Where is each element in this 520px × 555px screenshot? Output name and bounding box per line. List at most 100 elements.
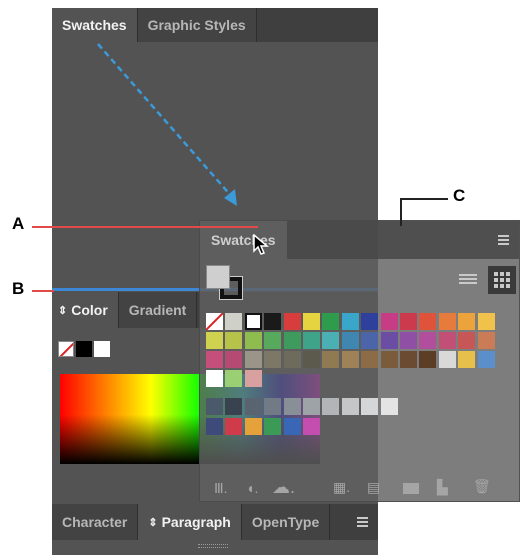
swatch[interactable] [303,313,320,330]
swatch[interactable] [419,351,437,368]
tab-opentype[interactable]: OpenType [241,504,331,540]
swatch[interactable] [458,351,476,368]
swatch[interactable] [283,332,301,349]
tab-paragraph[interactable]: ⇕ Paragraph [138,504,242,540]
white-swatch[interactable] [94,341,110,357]
swatch-list-icon[interactable]: ▤ [367,479,380,496]
tab-gradient[interactable]: Gradient [118,292,198,328]
swatch[interactable] [225,351,243,368]
callout-line-c-horizontal [400,198,448,200]
swatch[interactable] [303,418,320,435]
list-view-icon[interactable] [456,269,480,293]
swatch[interactable] [341,313,359,330]
swatch[interactable] [458,313,476,330]
swatch[interactable] [225,418,243,435]
swatch[interactable] [303,332,320,349]
swatch[interactable] [206,332,223,349]
collapse-arrows-icon: ⇕ [148,516,158,529]
swatch[interactable] [361,398,379,415]
swatch-options-icon[interactable]: ▦. [333,479,350,496]
fill-indicator[interactable] [206,265,230,289]
panel-menu-icon[interactable] [347,504,378,540]
swatch[interactable] [341,332,359,349]
swatch[interactable] [438,332,456,349]
resize-grip[interactable] [198,544,228,548]
swatch[interactable] [264,313,282,330]
callout-line-b [32,290,54,292]
swatch[interactable] [361,351,379,368]
swatch[interactable] [283,313,301,330]
callout-line-c-vertical [400,198,402,226]
swatch[interactable] [400,332,417,349]
swatch[interactable] [458,332,476,349]
swatch[interactable] [361,313,379,330]
swatch[interactable] [400,313,417,330]
swatch-libraries-icon[interactable]: Ⅲ. [214,480,228,497]
swatch[interactable] [264,398,282,415]
swatch[interactable] [380,398,398,415]
top-tab-group: Swatches Graphic Styles [52,8,378,42]
swatch[interactable] [322,332,340,349]
swatch[interactable] [225,398,243,415]
callout-label-b: B [12,279,25,298]
swatch[interactable] [303,398,320,415]
swatch[interactable] [244,351,262,368]
swatch[interactable] [419,313,437,330]
swatch[interactable] [225,370,243,387]
swatch[interactable] [380,332,398,349]
swatch[interactable] [380,313,398,330]
bottom-tab-group: Character ⇕ Paragraph OpenType [52,504,378,540]
swatch[interactable] [264,418,282,435]
new-swatch-icon[interactable]: ▙ [437,479,448,496]
swatch[interactable] [380,351,398,368]
swatch[interactable] [438,351,456,368]
swatch[interactable] [283,398,301,415]
callout-line-a [32,226,258,228]
swatch[interactable] [205,312,224,331]
swatch[interactable] [225,332,243,349]
swatch[interactable] [477,313,495,330]
swatch[interactable] [322,398,340,415]
swatch[interactable] [283,418,301,435]
black-swatch[interactable] [76,341,92,357]
drag-path-arrow [97,43,237,206]
swatch[interactable] [477,351,495,368]
swatch[interactable] [341,398,359,415]
floating-panel-menu-icon[interactable] [488,221,519,259]
swatch[interactable] [244,313,262,330]
swatch[interactable] [244,332,262,349]
swatch[interactable] [206,370,223,387]
swatch[interactable] [419,332,437,349]
swatch[interactable] [303,351,320,368]
swatch[interactable] [283,351,301,368]
tab-color[interactable]: ⇕ Color [52,292,119,328]
swatch[interactable] [477,332,495,349]
swatch[interactable] [322,313,340,330]
swatch[interactable] [206,398,223,415]
tab-character[interactable]: Character [52,504,139,540]
callout-label-c: C [453,186,466,205]
new-color-group-icon[interactable] [403,483,419,494]
floating-swatches-panel[interactable]: Swatches Ⅲ. ◖. ☁. ▦. ▤ ▙ 🗑 [199,220,520,502]
swatch[interactable] [264,351,282,368]
swatch[interactable] [361,332,379,349]
grid-view-icon[interactable] [488,266,516,294]
cloud-library-icon[interactable]: ☁. [272,477,295,498]
swatch[interactable] [206,418,223,435]
swatch[interactable] [341,351,359,368]
tab-swatches[interactable]: Swatches [52,8,138,42]
swatch[interactable] [244,398,262,415]
swatch[interactable] [244,370,262,387]
swatch[interactable] [322,351,340,368]
show-kinds-icon[interactable]: ◖. [246,480,258,496]
none-swatch[interactable] [58,341,74,357]
delete-swatch-icon[interactable]: 🗑 [473,478,491,495]
swatch[interactable] [264,332,282,349]
swatch[interactable] [225,313,243,330]
swatch[interactable] [206,351,223,368]
swatch[interactable] [400,351,417,368]
collapse-arrows-icon: ⇕ [58,304,68,317]
swatch[interactable] [244,418,262,435]
swatch[interactable] [438,313,456,330]
tab-graphic-styles[interactable]: Graphic Styles [137,8,257,42]
